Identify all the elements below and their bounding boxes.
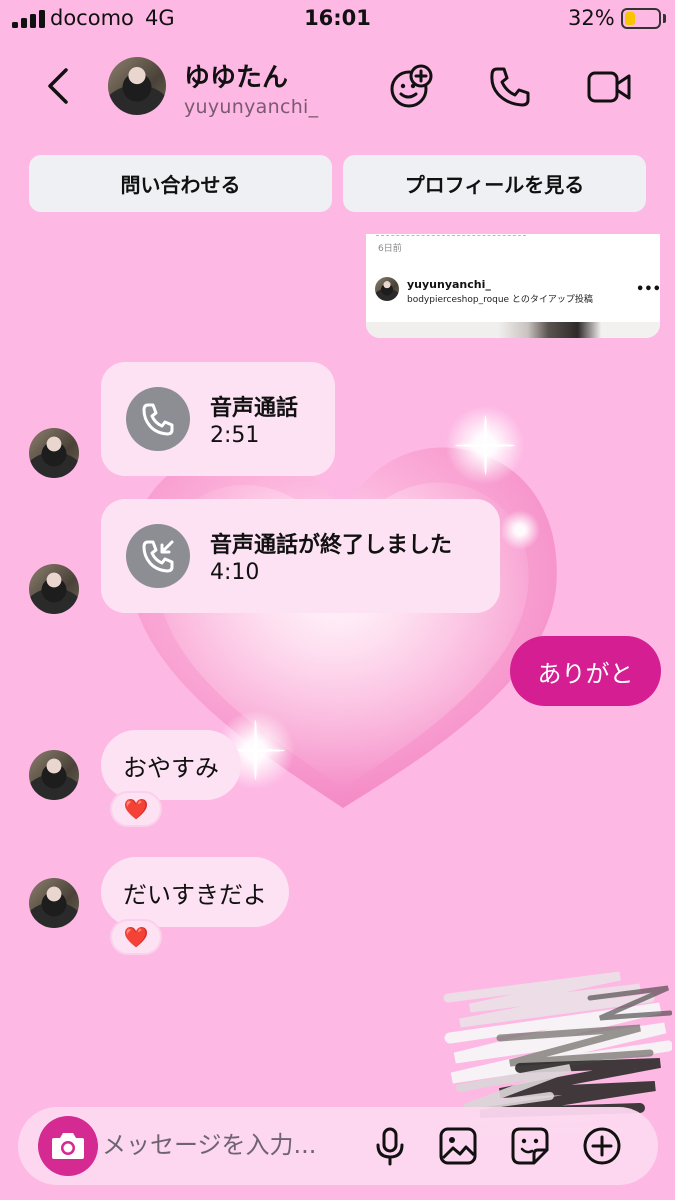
heart-reaction[interactable]: ❤️ — [110, 919, 162, 955]
microphone-icon — [376, 1127, 404, 1166]
post-clipped-text — [376, 234, 526, 236]
incoming-message-bubble[interactable]: だいすきだよ — [101, 857, 289, 927]
gallery-button[interactable] — [438, 1126, 478, 1166]
post-image — [366, 322, 660, 338]
post-caption: bodypierceshop_roque とのタイアップ投稿 — [407, 295, 593, 305]
video-call-button[interactable] — [586, 64, 632, 110]
phone-icon — [126, 387, 190, 451]
camera-button[interactable] — [38, 1116, 98, 1176]
phone-icon — [490, 67, 530, 107]
sender-avatar[interactable] — [29, 564, 79, 614]
header-avatar[interactable] — [108, 57, 166, 115]
contact-button[interactable]: 問い合わせる — [29, 155, 332, 212]
sender-avatar[interactable] — [29, 428, 79, 478]
heart-reaction[interactable]: ❤️ — [110, 791, 162, 827]
post-time: 6日前 — [378, 244, 402, 254]
incoming-message-bubble[interactable]: おやすみ — [101, 730, 241, 800]
message-composer — [18, 1107, 658, 1185]
battery-cap — [663, 14, 666, 23]
sender-avatar[interactable] — [29, 878, 79, 928]
plus-circle-icon — [583, 1127, 621, 1165]
chevron-left-icon — [48, 68, 68, 104]
voice-call-button[interactable] — [487, 64, 533, 110]
shared-post-card[interactable]: 6日前 yuyunyanchi_ bodypierceshop_roque との… — [366, 234, 660, 338]
sparkle-icon — [455, 415, 515, 475]
message-input[interactable] — [102, 1125, 362, 1165]
call-title: 音声通話 — [210, 396, 299, 421]
sticker-icon — [511, 1127, 549, 1165]
sparkle-glow — [500, 510, 540, 550]
microphone-button[interactable] — [370, 1126, 410, 1166]
outgoing-message-bubble[interactable]: ありがと — [510, 636, 661, 706]
battery-icon — [621, 8, 661, 29]
image-icon — [439, 1127, 477, 1165]
call-duration: 4:10 — [210, 560, 260, 585]
back-button[interactable] — [40, 66, 80, 106]
video-camera-icon — [587, 71, 631, 103]
contact-name[interactable]: ゆゆたん — [184, 57, 288, 94]
voice-call-bubble[interactable]: 音声通話 2:51 — [101, 362, 335, 476]
add-button[interactable] — [582, 1126, 622, 1166]
call-ended-bubble[interactable]: 音声通話が終了しました 4:10 — [101, 499, 500, 613]
contact-username[interactable]: yuyunyanchi_ — [184, 96, 318, 118]
status-bar: docomo 4G 16:01 32% — [0, 0, 675, 40]
effects-button[interactable] — [388, 64, 434, 110]
more-options-icon[interactable]: ••• — [636, 282, 660, 297]
call-duration: 2:51 — [210, 423, 260, 448]
battery-percent: 32% — [568, 6, 615, 30]
sender-avatar[interactable] — [29, 750, 79, 800]
post-avatar — [375, 277, 399, 301]
view-profile-button[interactable]: プロフィールを見る — [343, 155, 646, 212]
sticker-button[interactable] — [510, 1126, 550, 1166]
call-title: 音声通話が終了しました — [210, 533, 453, 558]
face-effects-icon — [390, 64, 433, 108]
post-username: yuyunyanchi_ — [407, 278, 491, 291]
missed-call-icon — [126, 524, 190, 588]
camera-icon — [52, 1133, 84, 1159]
